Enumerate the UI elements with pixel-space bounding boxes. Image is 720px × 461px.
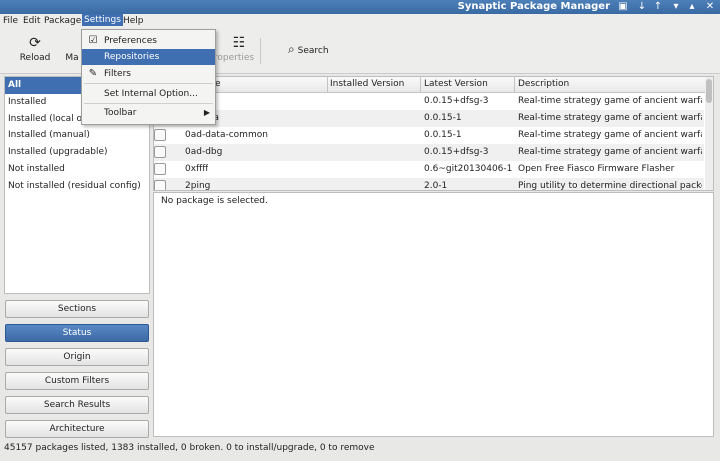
reload-label: Reload (19, 53, 51, 63)
architecture-button[interactable]: Architecture (5, 420, 149, 438)
column-header-latest-version[interactable]: Latest Version (424, 79, 488, 89)
maximize-icon[interactable]: ▴ (686, 1, 698, 13)
reload-icon: ⟳ (29, 35, 41, 51)
properties-button[interactable]: ☷ roperties (213, 35, 255, 63)
table-row[interactable]: 0ad-data-common 0.0.15-1 Real-time strat… (154, 127, 704, 144)
filters-icon: ✎ (88, 68, 98, 79)
menu-item-repositories[interactable]: Repositories (82, 49, 215, 65)
menu-help[interactable]: Help (123, 16, 144, 26)
status-bar: 45157 packages listed, 1383 installed, 0… (4, 443, 375, 453)
column-divider (327, 77, 328, 92)
properties-icon: ☷ (232, 35, 246, 51)
table-header: e Installed Version Latest Version Descr… (154, 77, 713, 93)
package-checkbox[interactable] (154, 146, 166, 158)
table-row[interactable]: 0.0.15+dfsg-3 Real-time strategy game of… (154, 93, 704, 110)
menu-package[interactable]: Package (44, 16, 81, 26)
sections-button[interactable]: Sections (5, 300, 149, 318)
package-description: Real-time strategy game of ancient warfa… (518, 130, 702, 140)
menu-file[interactable]: File (3, 16, 18, 26)
menu-item-filters[interactable]: ✎ Filters (82, 66, 215, 82)
table-row[interactable]: 2ping 2.0-1 Ping utility to determine di… (154, 178, 704, 191)
package-name: 2ping (185, 181, 211, 191)
preferences-icon: ☑ (88, 35, 98, 46)
package-description: Open Free Fiasco Firmware Flasher (518, 164, 675, 174)
minimize-icon[interactable]: ▾ (670, 1, 682, 13)
latest-version: 0.0.15+dfsg-3 (424, 96, 489, 106)
column-divider (420, 77, 421, 92)
menu-separator (84, 83, 213, 84)
keep-below-icon[interactable]: ↑ (652, 1, 664, 13)
package-table: e Installed Version Latest Version Descr… (153, 76, 714, 191)
latest-version: 0.6~git20130406-1 (424, 164, 513, 174)
settings-menu: ☑ Preferences Repositories ✎ Filters Set… (81, 29, 216, 125)
package-checkbox[interactable] (154, 180, 166, 190)
latest-version: 0.0.15+dfsg-3 (424, 147, 489, 157)
filter-item[interactable]: Not installed (residual config) (5, 178, 149, 195)
toolbar-separator (260, 38, 261, 64)
menu-edit[interactable]: Edit (23, 16, 40, 26)
column-header-installed-version[interactable]: Installed Version (330, 79, 404, 89)
search-button[interactable]: ⌕ Search (288, 42, 340, 57)
table-row[interactable]: 0ad-dbg 0.0.15+dfsg-3 Real-time strategy… (154, 144, 704, 161)
status-button[interactable]: Status (5, 324, 149, 342)
properties-label: roperties (213, 53, 255, 63)
latest-version: 0.0.15-1 (424, 113, 462, 123)
submenu-arrow-icon: ▶ (203, 108, 210, 117)
menu-item-set-internal-option[interactable]: Set Internal Option... (82, 86, 215, 102)
menu-item-preferences[interactable]: ☑ Preferences (82, 33, 215, 49)
package-description: Real-time strategy game of ancient warfa… (518, 147, 702, 157)
package-name: 0xffff (185, 164, 209, 174)
package-description: Ping utility to determine directional pa… (518, 181, 702, 191)
details-text: No package is selected. (161, 196, 268, 206)
window-title: Synaptic Package Manager (457, 1, 610, 12)
menu-item-toolbar[interactable]: Toolbar ▶ (82, 105, 215, 121)
table-row[interactable]: 0xffff 0.6~git20130406-1 Open Free Fiasc… (154, 161, 704, 178)
close-icon[interactable]: ✕ (704, 1, 716, 13)
package-details: No package is selected. (153, 192, 714, 437)
menu-bar: File Edit Package Settings Help (0, 14, 720, 29)
package-checkbox[interactable] (154, 129, 166, 141)
custom-filters-button[interactable]: Custom Filters (5, 372, 149, 390)
search-icon: ⌕ (288, 42, 295, 56)
package-name: 0ad-data-common (185, 130, 268, 140)
table-scrollbar[interactable] (705, 77, 713, 190)
origin-button[interactable]: Origin (5, 348, 149, 366)
title-bar: Synaptic Package Manager ▣ ↓ ↑ ▾ ▴ ✕ (0, 0, 720, 14)
scrollbar-thumb[interactable] (706, 79, 712, 103)
package-checkbox[interactable] (154, 163, 166, 175)
menu-separator (84, 103, 213, 104)
mark-all-upgrades-button[interactable]: Ma (62, 53, 82, 63)
mark-label: Ma (65, 53, 79, 63)
column-divider (514, 77, 515, 92)
app-icon: ▣ (618, 1, 628, 12)
keep-above-icon[interactable]: ↓ (636, 1, 648, 13)
filter-item[interactable]: Installed (manual) (5, 127, 149, 144)
package-description: Real-time strategy game of ancient warfa… (518, 113, 702, 123)
reload-button[interactable]: ⟳ Reload (18, 35, 52, 63)
filter-item[interactable]: Not installed (5, 161, 149, 178)
latest-version: 2.0-1 (424, 181, 448, 191)
latest-version: 0.0.15-1 (424, 130, 462, 140)
column-header-description[interactable]: Description (518, 79, 569, 89)
filter-item[interactable]: Installed (upgradable) (5, 144, 149, 161)
package-name: 0ad-dbg (185, 147, 223, 157)
table-row[interactable]: ta 0.0.15-1 Real-time strategy game of a… (154, 110, 704, 127)
search-label: Search (297, 46, 329, 56)
menu-settings[interactable]: Settings (82, 14, 123, 26)
package-description: Real-time strategy game of ancient warfa… (518, 96, 702, 106)
search-results-button[interactable]: Search Results (5, 396, 149, 414)
